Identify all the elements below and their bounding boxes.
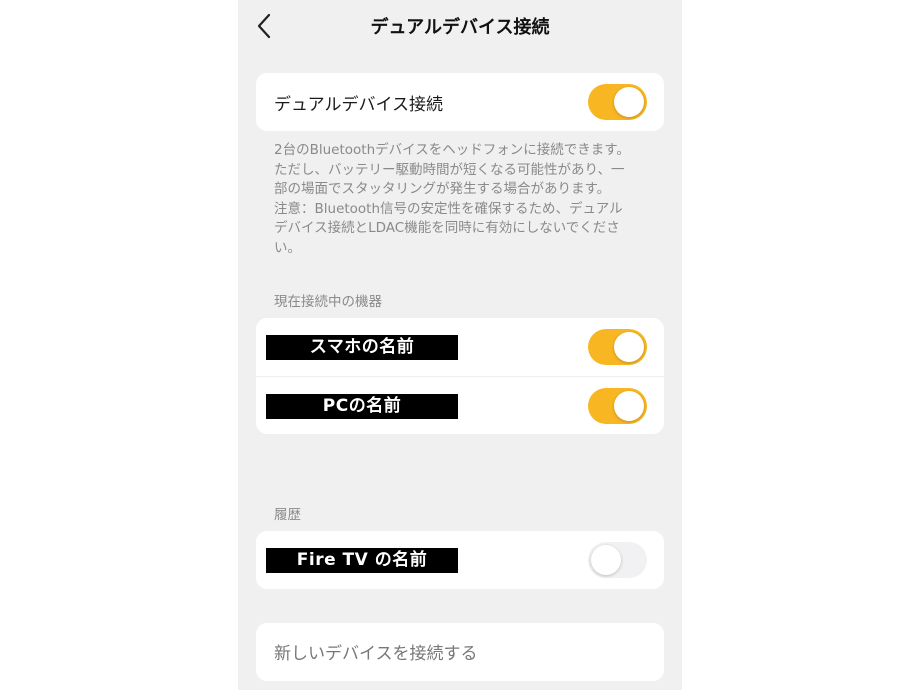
device-name-smartphone: スマホの名前 bbox=[266, 335, 458, 360]
device-toggle-pc[interactable] bbox=[588, 388, 647, 424]
settings-screen: デュアルデバイス接続 デュアルデバイス接続 2台のBluetoothデバイスをヘ… bbox=[238, 0, 682, 690]
new-device-card[interactable]: 新しいデバイスを接続する bbox=[256, 623, 664, 681]
history-section-label: 履歴 bbox=[274, 507, 301, 523]
device-name-firetv: Fire TV の名前 bbox=[266, 548, 458, 573]
device-toggle-smartphone[interactable] bbox=[588, 329, 647, 365]
toggle-knob bbox=[614, 87, 644, 117]
device-toggle-firetv[interactable] bbox=[588, 542, 647, 578]
toggle-knob bbox=[591, 545, 621, 575]
device-name-pc: PCの名前 bbox=[266, 394, 458, 419]
connected-section-label: 現在接続中の機器 bbox=[274, 294, 382, 310]
dual-connect-toggle[interactable] bbox=[588, 84, 647, 120]
dual-connect-label: デュアルデバイス接続 bbox=[274, 95, 443, 115]
dual-connect-row: デュアルデバイス接続 bbox=[256, 73, 664, 131]
device-row-smartphone: スマホの名前 bbox=[256, 318, 664, 376]
nav-header: デュアルデバイス接続 bbox=[238, 0, 682, 52]
new-device-row[interactable]: 新しいデバイスを接続する bbox=[256, 623, 664, 681]
device-row-firetv: Fire TV の名前 bbox=[256, 531, 664, 589]
dual-connect-card: デュアルデバイス接続 bbox=[256, 73, 664, 131]
device-row-pc: PCの名前 bbox=[256, 376, 664, 434]
page-title: デュアルデバイス接続 bbox=[370, 17, 550, 38]
toggle-knob bbox=[614, 332, 644, 362]
connected-devices-card: スマホの名前 PCの名前 bbox=[256, 318, 664, 434]
dual-connect-description: 2台のBluetoothデバイスをヘッドフォンに接続できます。 ただし、バッテリ… bbox=[274, 142, 630, 256]
history-devices-card: Fire TV の名前 bbox=[256, 531, 664, 589]
toggle-knob bbox=[614, 391, 644, 421]
new-device-label: 新しいデバイスを接続する bbox=[274, 644, 478, 664]
